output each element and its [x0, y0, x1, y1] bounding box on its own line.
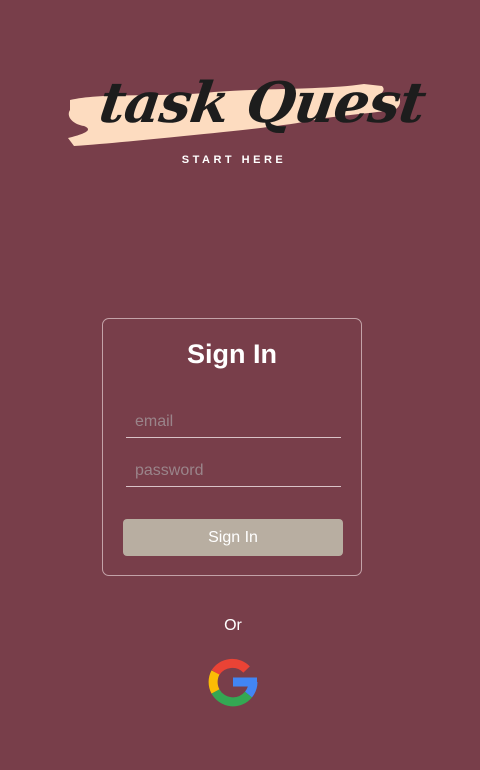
or-separator: Or [224, 617, 242, 634]
google-icon [208, 658, 258, 707]
logo-title: task Quest [95, 70, 430, 136]
google-sign-in-button[interactable] [207, 656, 259, 708]
password-input[interactable] [126, 455, 341, 487]
email-input[interactable] [126, 406, 341, 438]
sign-in-title: Sign In [187, 339, 277, 369]
sign-in-card: Sign In Sign In [102, 318, 362, 576]
sign-in-button[interactable]: Sign In [123, 519, 343, 556]
logo-subtitle: START HERE [181, 154, 287, 166]
app-logo: task Quest START HERE [64, 70, 429, 170]
